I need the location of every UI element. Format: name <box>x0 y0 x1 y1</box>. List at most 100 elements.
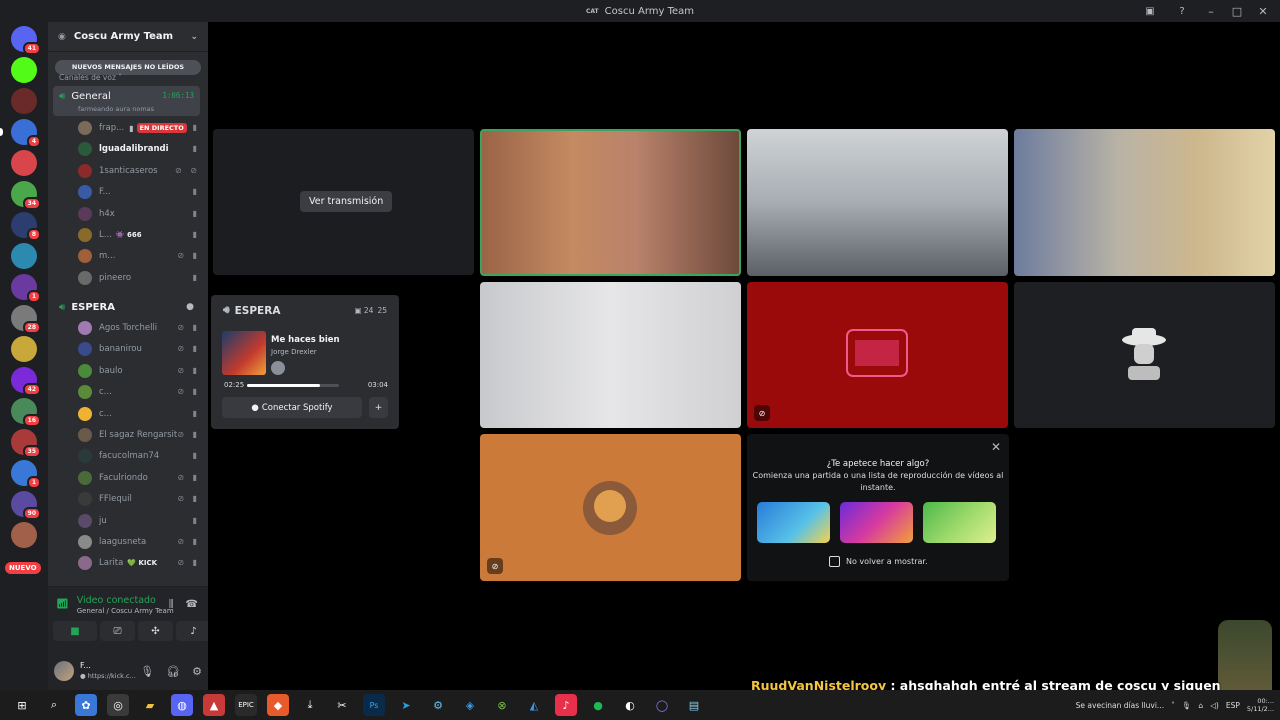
server-icon-server-10[interactable]: 28 <box>11 305 41 334</box>
screen-share-button[interactable]: ⎚ <box>100 621 135 641</box>
app-icon[interactable]: ◯ <box>651 694 673 716</box>
settings-icon[interactable]: ⚙ <box>192 665 202 678</box>
voice-user[interactable]: Larita 💚 KICK ⊘ ▮ <box>78 553 200 573</box>
server-icon-server-5[interactable] <box>11 150 37 176</box>
voice-user[interactable]: FFlequil ⊘ ▮ <box>78 489 200 509</box>
inbox-icon[interactable]: ▣ <box>1142 3 1158 19</box>
microphone-icon[interactable]: 🎙︎ <box>140 665 154 678</box>
volume-icon[interactable]: ◁) <box>1210 701 1219 710</box>
app-icon[interactable]: ◭ <box>523 694 545 716</box>
server-icon-discord-home[interactable]: 41 <box>11 26 41 55</box>
notepad-icon[interactable]: ▤ <box>683 694 705 716</box>
spotify-icon[interactable]: ● <box>587 694 609 716</box>
app-icon[interactable]: ◐ <box>619 694 641 716</box>
voice-channel-path[interactable]: General / Coscu Army Team <box>77 606 174 617</box>
activity-card-blocks[interactable] <box>840 502 913 543</box>
stream-tile[interactable]: Ver transmisión <box>213 129 474 275</box>
avatar-tile[interactable]: ⊘ <box>747 282 1008 428</box>
steam-icon[interactable]: ⚙ <box>427 694 449 716</box>
up-arrow-icon[interactable]: ˄ <box>1171 701 1175 710</box>
noise-suppression-icon[interactable]: ⫼ <box>169 599 174 610</box>
voice-user[interactable]: laagusneta ⊘ ▮ <box>78 532 200 552</box>
guild-header[interactable]: ◉ Coscu Army Team ⌄ <box>48 22 208 52</box>
capcut-icon[interactable]: ✂ <box>331 694 353 716</box>
video-tile[interactable] <box>480 129 741 276</box>
dont-show-checkbox[interactable]: No volver a mostrar. <box>829 556 928 567</box>
voice-user[interactable]: h4x ▮ <box>78 204 200 224</box>
voice-user[interactable]: El sagaz Rengarsit... ⊘ ▮ <box>78 425 200 445</box>
server-icon-server-8[interactable] <box>11 243 37 269</box>
voice-user[interactable]: bananirou ⊘ ▮ <box>78 339 200 359</box>
activities-button[interactable]: ✣ <box>138 621 173 641</box>
download-icon[interactable]: ⤓ <box>299 694 321 716</box>
voice-user[interactable]: F... ▮ <box>78 182 200 202</box>
voice-user[interactable]: ju ▮ <box>78 511 200 531</box>
voice-user[interactable]: c... ⊘ ▮ <box>78 382 200 402</box>
connect-spotify-button[interactable]: ● Conectar Spotify <box>222 397 362 418</box>
avatar[interactable] <box>54 661 74 681</box>
help-icon[interactable]: ? <box>1174 3 1190 19</box>
voice-user[interactable]: Faculriondo ⊘ ▮ <box>78 468 200 488</box>
server-icon-olv[interactable]: 8 <box>11 212 41 241</box>
disconnect-icon[interactable]: ☎ <box>186 599 198 610</box>
server-icon-server-13[interactable]: 16 <box>11 398 41 427</box>
avatar-tile[interactable]: ⊘ <box>480 434 741 581</box>
activity-card-putt[interactable] <box>923 502 996 543</box>
voice-user[interactable]: baulo ⊘ ▮ <box>78 361 200 381</box>
channel-general[interactable]: 🔊︎ General 1:06:13 farmeando aura nomas <box>53 86 200 116</box>
start-icon[interactable]: ⊞ <box>11 694 33 716</box>
soundboard-button[interactable]: ♪ <box>176 621 211 641</box>
search-icon[interactable]: ⌕ <box>43 694 65 716</box>
voice-user[interactable]: Agos Torchelli ⊘ ▮ <box>78 318 200 338</box>
app-icon[interactable]: ◆ <box>267 694 289 716</box>
video-tile[interactable] <box>1014 129 1275 276</box>
app-icon[interactable]: ✿ <box>75 694 97 716</box>
chat-icon[interactable]: ● <box>186 302 194 312</box>
voice-user[interactable]: c... ▮ <box>78 404 200 424</box>
server-icon-server-15[interactable]: 1 <box>11 460 41 489</box>
video-tile[interactable] <box>747 129 1008 276</box>
server-icon-server-16[interactable]: 90 <box>11 491 41 520</box>
camera-button[interactable]: ■ <box>53 621 97 641</box>
voice-user[interactable]: pineero ▮ <box>78 268 200 288</box>
voice-user[interactable]: m... ⊘ ▮ <box>78 246 200 266</box>
server-icon-kick[interactable] <box>11 57 37 83</box>
server-icon-server-14[interactable]: 35 <box>11 429 41 458</box>
headphones-icon[interactable]: 🎧︎ <box>166 665 180 678</box>
chrome-icon[interactable]: ◎ <box>107 694 129 716</box>
photoshop-icon[interactable]: Ps <box>363 694 385 716</box>
server-icon-cat-server[interactable]: 4 <box>0 119 41 148</box>
video-tile[interactable] <box>480 282 741 428</box>
server-icon-server-6[interactable]: 34 <box>11 181 41 210</box>
close-icon[interactable]: ✕ <box>991 440 1001 454</box>
network-icon[interactable]: ⌂ <box>1198 701 1203 710</box>
weather-ticker[interactable]: Se avecinan días lluvi... <box>1076 701 1164 710</box>
microphone-icon[interactable]: 🎙︎ <box>1182 701 1192 710</box>
server-icon-server-3[interactable] <box>11 88 37 114</box>
activity-card-watch[interactable] <box>757 502 830 543</box>
voice-user[interactable]: facucolman74 ▮ <box>78 446 200 466</box>
voice-user[interactable]: lguadalibrandi ▮ <box>78 139 200 159</box>
epic-icon[interactable]: EPIC <box>235 694 257 716</box>
tiktok-icon[interactable]: ♪ <box>555 694 577 716</box>
voice-user[interactable]: L... 👾 666 ▮ <box>78 225 200 245</box>
telegram-icon[interactable]: ➤ <box>395 694 417 716</box>
voice-user[interactable]: frap... ▮ EN DIRECTO ▮ <box>78 118 200 138</box>
server-icon-server-11[interactable] <box>11 336 37 362</box>
maximize-button[interactable]: □ <box>1228 3 1246 19</box>
add-user-icon[interactable]: + <box>369 397 388 418</box>
clock[interactable]: 00:... 5/11/2... <box>1247 697 1274 713</box>
server-icon-server-9[interactable]: 1 <box>11 274 41 303</box>
folder-icon[interactable]: ▰ <box>139 694 161 716</box>
minimize-button[interactable]: – <box>1202 3 1220 19</box>
server-icon-server-17[interactable] <box>11 522 37 548</box>
app-icon[interactable]: ▲ <box>203 694 225 716</box>
xbox-icon[interactable]: ⊗ <box>491 694 513 716</box>
close-button[interactable]: ✕ <box>1254 3 1272 19</box>
channel-espera[interactable]: 🔊︎ ESPERA ● <box>53 298 200 316</box>
language-indicator[interactable]: ESP <box>1226 701 1240 710</box>
avatar-tile[interactable] <box>1014 282 1275 428</box>
voice-user[interactable]: 1santicaseros ⊘ ⊘ <box>78 161 200 181</box>
watch-stream-button[interactable]: Ver transmisión <box>300 191 393 212</box>
server-icon-server-12[interactable]: 42 <box>11 367 41 396</box>
